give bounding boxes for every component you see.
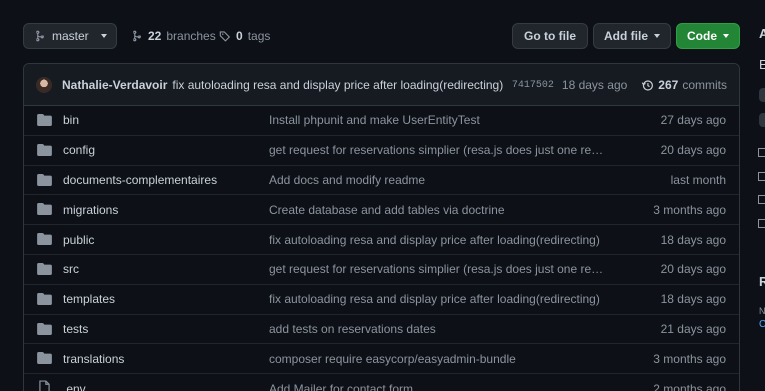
commits-count: 267 bbox=[658, 78, 679, 92]
repo-description: E bbox=[759, 57, 765, 72]
star-icon bbox=[758, 172, 765, 181]
commits-label: commits bbox=[682, 78, 727, 92]
file-name[interactable]: documents-complementaires bbox=[63, 173, 217, 187]
file-commit-message[interactable]: Add Mailer for contact form bbox=[269, 382, 413, 391]
add-file-label: Add file bbox=[604, 29, 648, 43]
tags-count: 0 bbox=[236, 29, 243, 43]
folder-icon bbox=[37, 143, 52, 156]
commits-history-link[interactable]: 267 commits bbox=[641, 78, 727, 92]
branch-name: master bbox=[52, 29, 89, 43]
fork-icon bbox=[758, 219, 765, 228]
folder-icon bbox=[37, 262, 52, 275]
releases-heading: R bbox=[759, 274, 765, 289]
commit-meta: 7417502 18 days ago 267 commits bbox=[512, 64, 727, 106]
file-commit-message[interactable]: get request for reservations simplier (r… bbox=[269, 143, 609, 157]
file-commit-message[interactable]: get request for reservations simplier (r… bbox=[269, 262, 609, 276]
file-commit-message[interactable]: fix autoloading resa and display price a… bbox=[269, 233, 600, 247]
file-name[interactable]: bin bbox=[63, 113, 79, 127]
branch-select-button[interactable]: master bbox=[23, 23, 117, 49]
file-name[interactable]: templates bbox=[63, 292, 115, 306]
branches-link[interactable]: 22 branches bbox=[131, 23, 216, 49]
branches-count: 22 bbox=[148, 29, 162, 43]
code-label: Code bbox=[687, 29, 717, 43]
file-commit-date: 3 months ago bbox=[653, 351, 726, 366]
history-icon bbox=[642, 79, 654, 91]
file-row[interactable]: public fix autoloading resa and display p… bbox=[24, 225, 739, 255]
git-branch-icon bbox=[36, 30, 44, 42]
chevron-down-icon bbox=[723, 34, 729, 38]
file-commit-date: 27 days ago bbox=[660, 113, 726, 128]
file-name[interactable]: .env bbox=[63, 382, 86, 391]
chevron-down-icon bbox=[654, 34, 660, 38]
folder-icon bbox=[37, 322, 52, 335]
commit-age: 18 days ago bbox=[561, 78, 628, 92]
folder-icon bbox=[37, 352, 52, 365]
file-commit-message[interactable]: add tests on reservations dates bbox=[269, 322, 436, 336]
file-commit-message[interactable]: Create database and add tables via doctr… bbox=[269, 203, 505, 217]
file-commit-date: last month bbox=[670, 172, 726, 187]
file-name[interactable]: config bbox=[63, 143, 95, 157]
about-sidebar: A E R N C bbox=[758, 0, 765, 391]
file-commit-date: 18 days ago bbox=[660, 292, 726, 307]
file-row[interactable]: translations composer require easycorp/ea… bbox=[24, 344, 739, 375]
file-row[interactable]: src get request for reservations simplier… bbox=[24, 255, 739, 285]
file-commit-date: 21 days ago bbox=[660, 321, 726, 336]
book-icon bbox=[758, 148, 765, 157]
file-name[interactable]: public bbox=[63, 233, 94, 247]
folder-icon bbox=[37, 114, 52, 126]
file-commit-date: 18 days ago bbox=[660, 232, 726, 247]
folder-icon bbox=[37, 173, 52, 186]
file-row[interactable]: documents-complementaires Add docs and mo… bbox=[24, 166, 739, 196]
file-commit-date: 20 days ago bbox=[660, 262, 726, 277]
file-commit-message[interactable]: Add docs and modify readme bbox=[269, 173, 425, 187]
repo-toolbar: master 22 branches 0 tags Go to file Add… bbox=[23, 23, 740, 49]
file-row[interactable]: .env Add Mailer for contact form 2 months … bbox=[24, 374, 739, 391]
tags-link[interactable]: 0 tags bbox=[219, 23, 270, 49]
folder-icon bbox=[37, 233, 52, 246]
branches-label: branches bbox=[166, 29, 216, 43]
no-releases-text: N bbox=[759, 306, 765, 316]
file-row[interactable]: migrations Create database and add tables… bbox=[24, 195, 739, 226]
file-commit-date: 3 months ago bbox=[653, 202, 726, 217]
add-file-button[interactable]: Add file bbox=[593, 23, 671, 49]
avatar[interactable] bbox=[36, 76, 52, 93]
file-name[interactable]: tests bbox=[63, 322, 88, 336]
commit-author[interactable]: Nathalie-Verdavoir bbox=[62, 78, 167, 92]
file-row[interactable]: bin Install phpunit and make UserEntityTe… bbox=[24, 106, 739, 136]
file-browser: Nathalie-Verdavoir fix autoloading resa … bbox=[23, 63, 740, 391]
file-commit-message[interactable]: composer require easycorp/easyadmin-bund… bbox=[269, 352, 516, 366]
tag-icon bbox=[219, 31, 231, 42]
latest-commit: Nathalie-Verdavoir fix autoloading resa … bbox=[24, 64, 739, 106]
file-list: bin Install phpunit and make UserEntityTe… bbox=[24, 106, 739, 391]
commit-sha[interactable]: 7417502 bbox=[512, 80, 554, 91]
about-heading: A bbox=[759, 26, 765, 41]
topic-chip[interactable] bbox=[759, 88, 765, 102]
topic-chip[interactable] bbox=[759, 113, 765, 127]
file-row[interactable]: tests add tests on reservations dates 21 d… bbox=[24, 315, 739, 345]
commit-message[interactable]: fix autoloading resa and display price a… bbox=[172, 78, 503, 92]
file-name[interactable]: src bbox=[63, 262, 79, 276]
chevron-down-icon bbox=[100, 34, 107, 38]
file-name[interactable]: translations bbox=[63, 352, 124, 366]
file-commit-message[interactable]: fix autoloading resa and display price a… bbox=[269, 292, 600, 306]
file-name[interactable]: migrations bbox=[63, 203, 118, 217]
file-commit-date: 2 months ago bbox=[653, 382, 726, 391]
go-to-file-button[interactable]: Go to file bbox=[512, 23, 588, 49]
file-icon bbox=[39, 380, 50, 391]
tags-label: tags bbox=[247, 29, 271, 43]
create-release-link[interactable]: C bbox=[759, 319, 765, 330]
file-row[interactable]: config get request for reservations simpl… bbox=[24, 136, 739, 166]
folder-icon bbox=[37, 292, 52, 305]
eye-icon bbox=[758, 195, 765, 204]
folder-icon bbox=[37, 203, 52, 216]
file-row[interactable]: templates fix autoloading resa and displa… bbox=[24, 285, 739, 315]
code-button[interactable]: Code bbox=[676, 23, 740, 49]
git-branch-icon bbox=[133, 30, 141, 42]
file-commit-message[interactable]: Install phpunit and make UserEntityTest bbox=[269, 113, 480, 127]
file-commit-date: 20 days ago bbox=[660, 143, 726, 158]
